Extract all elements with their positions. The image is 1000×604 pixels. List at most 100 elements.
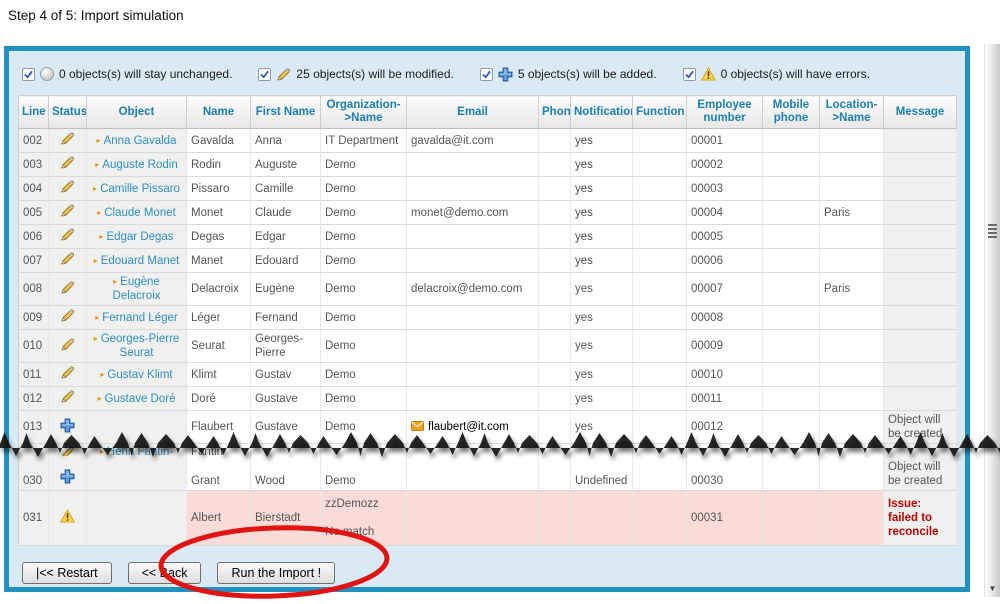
cell-employee-number: 00005: [687, 225, 763, 249]
orange-bullet-icon: ▸: [113, 277, 117, 286]
cell-org: Demo: [321, 225, 407, 249]
object-link[interactable]: Anna Gavalda: [104, 135, 177, 147]
cell-employee-number: 00003: [687, 177, 763, 201]
summary-checkbox-errors[interactable]: [683, 68, 696, 81]
pencil-icon: [60, 451, 75, 456]
cell-notification: yes: [571, 411, 633, 444]
cell-function: [633, 249, 687, 273]
pencil-icon: [60, 314, 75, 326]
cell-line: 008: [19, 273, 49, 306]
object-link[interactable]: Eugène Delacroix: [113, 276, 161, 302]
object-link[interactable]: Gustave Doré: [105, 393, 176, 405]
cell-name: Degas: [187, 225, 251, 249]
cell-status: [49, 306, 87, 330]
cell-status: [49, 129, 87, 153]
object-link[interactable]: Edouard Manet: [101, 255, 180, 267]
cell-phone: [539, 330, 571, 363]
cell-mobile-phone: [763, 306, 820, 330]
object-link[interactable]: Camille Pissaro: [100, 183, 180, 195]
orange-bullet-icon: ▸: [97, 208, 101, 217]
summary-checkbox-modified[interactable]: [258, 68, 271, 81]
cell-phone: [539, 153, 571, 177]
summary-item-unchanged: 0 objects(s) will stay unchanged.: [22, 67, 232, 81]
cell-message: [884, 444, 957, 457]
cell-employee-number: 00006: [687, 249, 763, 273]
cell-first-name: Gustave: [251, 387, 321, 411]
cell-phone: [539, 225, 571, 249]
pencil-icon: [60, 371, 75, 383]
table-row: 009▸Fernand LégerLégerFernandDemoyes0000…: [19, 306, 957, 330]
cell-location: [820, 456, 884, 491]
back-button[interactable]: << Back: [128, 562, 202, 584]
cell-employee-number: 00010: [687, 363, 763, 387]
plus-icon: [498, 67, 513, 82]
cell-status: [49, 177, 87, 201]
pencil-icon: [60, 137, 75, 149]
simulation-table: LineStatusObjectNameFirst NameOrganizati…: [18, 95, 957, 546]
cell-mobile-phone: [763, 330, 820, 363]
object-link[interactable]: Fernand Léger: [102, 312, 177, 324]
table-row: 030GrantWoodDemoUndefined00030Object wil…: [19, 456, 957, 491]
object-link[interactable]: Gustav Klimt: [107, 369, 172, 381]
cell-phone: [539, 456, 571, 491]
plus-icon: [60, 475, 75, 487]
cell-first-name: Auguste: [251, 153, 321, 177]
cell-employee-number: 00008: [687, 306, 763, 330]
cell-function: [633, 153, 687, 177]
scrollbar-grip[interactable]: [988, 224, 997, 238]
table-row: ▸Henri Fantin-Fantin: [19, 444, 957, 457]
radio-icon: [40, 67, 54, 81]
cell-message: Object will be created: [884, 456, 957, 491]
cell-function: [633, 444, 687, 457]
cell-message: [884, 129, 957, 153]
cell-mobile-phone: [763, 411, 820, 444]
cell-email: [407, 306, 539, 330]
cell-message: [884, 363, 957, 387]
column-header: Email: [407, 96, 539, 129]
object-link[interactable]: Claude Monet: [104, 207, 176, 219]
cell-function: [633, 225, 687, 249]
object-link[interactable]: Edgar Degas: [106, 231, 173, 243]
cell-org: IT Department: [321, 129, 407, 153]
cell-org: Demo: [321, 153, 407, 177]
cell-message: [884, 177, 957, 201]
footer-button-bar: |<< Restart << Back Run the Import !: [22, 562, 956, 584]
cell-object: ▸Edgar Degas: [87, 225, 187, 249]
cell-notification: yes: [571, 129, 633, 153]
cell-message: [884, 306, 957, 330]
pencil-icon: [60, 161, 75, 173]
cell-name: Gavalda: [187, 129, 251, 153]
cell-name: Klimt: [187, 363, 251, 387]
orange-bullet-icon: ▸: [100, 447, 104, 456]
cell-org: Demo: [321, 306, 407, 330]
cell-line: 004: [19, 177, 49, 201]
cell-org: Demo: [321, 273, 407, 306]
object-link[interactable]: Auguste Rodin: [102, 159, 177, 171]
cell-phone: [539, 306, 571, 330]
restart-button[interactable]: |<< Restart: [22, 562, 112, 584]
orange-bullet-icon: ▸: [99, 232, 103, 241]
summary-checkbox-unchanged[interactable]: [22, 68, 35, 81]
cell-org: Demo: [321, 177, 407, 201]
cell-function: [633, 363, 687, 387]
cell-status: [49, 491, 87, 546]
table-row: 007▸Edouard ManetManetEdouardDemoyes0000…: [19, 249, 957, 273]
scrollbar-down-arrow-icon[interactable]: ▼: [985, 585, 1000, 593]
object-link[interactable]: Henri Fantin-: [107, 446, 173, 456]
run-import-button[interactable]: Run the Import !: [217, 562, 335, 584]
page-scrollbar[interactable]: ▼: [984, 44, 1000, 597]
column-header: Employee number: [687, 96, 763, 129]
cell-location: [820, 330, 884, 363]
cell-notification: yes: [571, 177, 633, 201]
summary-checkbox-added[interactable]: [480, 68, 493, 81]
cell-first-name: Camille: [251, 177, 321, 201]
cell-employee-number: [687, 444, 763, 457]
cell-object: ▸Fernand Léger: [87, 306, 187, 330]
cell-employee-number: 00001: [687, 129, 763, 153]
cell-line: 011: [19, 363, 49, 387]
cell-email: [407, 225, 539, 249]
column-header: Status: [49, 96, 87, 129]
object-link[interactable]: Georges-Pierre Seurat: [101, 333, 180, 359]
cell-employee-number: 00007: [687, 273, 763, 306]
cell-object: ▸Claude Monet: [87, 201, 187, 225]
